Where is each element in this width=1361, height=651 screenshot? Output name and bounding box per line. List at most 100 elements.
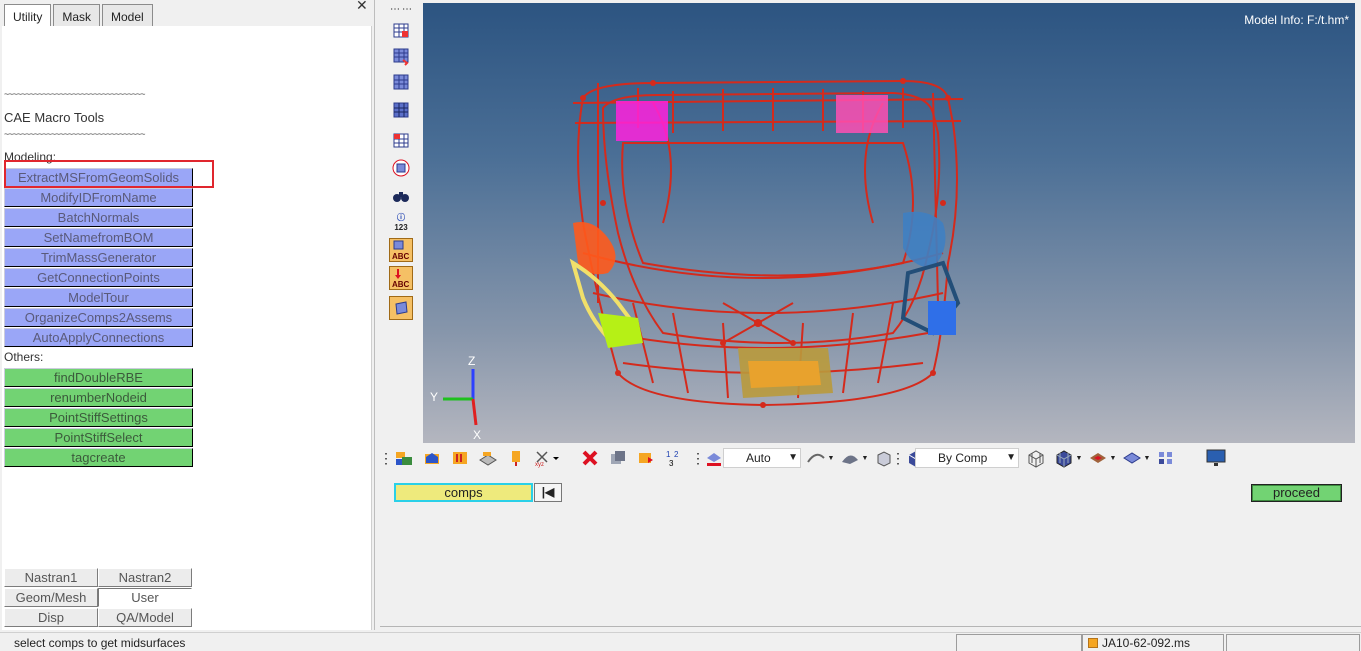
xyz-icon[interactable]: xyz [531, 447, 561, 469]
current-component-name: JA10-62-092.ms [1102, 636, 1191, 650]
svg-text:ABC: ABC [392, 252, 410, 261]
isolate-icon[interactable] [389, 156, 413, 180]
page-nastran1[interactable]: Nastran1 [4, 568, 98, 587]
unmask-icon[interactable] [389, 44, 413, 68]
page-disp[interactable]: Disp [4, 608, 98, 627]
find-icon[interactable] [635, 447, 657, 469]
close-icon[interactable]: ✕ [356, 0, 368, 14]
trim-mass-button[interactable]: TrimMassGenerator [4, 248, 193, 267]
hide-icon[interactable] [607, 447, 629, 469]
axis-y-label: Y [430, 390, 438, 404]
show-all-icon[interactable] [389, 98, 413, 122]
chevron-down-icon: ▼ [1006, 452, 1016, 463]
binoculars-icon[interactable] [389, 184, 413, 208]
surface-icon[interactable] [839, 447, 861, 469]
organize-comps-button[interactable]: OrganizeComps2Assems [4, 308, 193, 327]
toolbar-grip[interactable]: ⋯⋯ [390, 4, 414, 15]
loadcol-icon[interactable] [449, 447, 471, 469]
graphics-viewport[interactable]: Model Info: F:/t.hm* Z Y X [423, 3, 1355, 443]
hypermesh-window: Utility Mask Model ✕ ~~~~~~~~~~~~~~~~~~~… [0, 0, 1361, 651]
comps-selector[interactable]: comps [394, 483, 533, 502]
monitor-icon[interactable] [1205, 447, 1227, 469]
toolbar-grip[interactable]: ⋮ [891, 447, 905, 469]
reverse-mask-icon[interactable] [389, 70, 413, 94]
page-user[interactable]: User [98, 588, 192, 607]
display-mode-select[interactable]: Auto ▼ [723, 448, 801, 468]
page-geom-mesh[interactable]: Geom/Mesh [4, 588, 98, 607]
element-shrink-icon[interactable] [1087, 447, 1109, 469]
tab-mask[interactable]: Mask [53, 4, 101, 26]
abc-grid-icon[interactable]: ABC [389, 238, 413, 262]
svg-text:3: 3 [669, 459, 674, 468]
shaded-icon[interactable] [805, 447, 827, 469]
page-qa-model[interactable]: QA/Model [98, 608, 192, 627]
abc-arrow-icon[interactable]: ABC [389, 266, 413, 290]
panel-tabs: Utility Mask Model [4, 4, 155, 26]
display-toolbar: ⋮ xyz 123 ⋮ Auto ▼ ▼ ▼ ⋮ By Comp ▼ ▼ ▼ ▼ [379, 446, 1361, 472]
model-tour-button[interactable]: ModelTour [4, 288, 193, 307]
color-mode-value: By Comp [938, 451, 988, 465]
point-stiff-settings-button[interactable]: PointStiffSettings [4, 408, 193, 427]
chevron-down-icon[interactable]: ▼ [1143, 447, 1151, 469]
axis-z-label: Z [468, 354, 475, 368]
utility-panel: Utility Mask Model ✕ ~~~~~~~~~~~~~~~~~~~… [0, 0, 373, 630]
toolbar-grip[interactable]: ⋮ [379, 447, 393, 469]
chevron-down-icon[interactable]: ▼ [1109, 447, 1117, 469]
find-double-rbe-button[interactable]: findDoubleRBE [4, 368, 193, 387]
component-color-icon [1088, 638, 1098, 648]
tags-icon[interactable] [505, 447, 527, 469]
modify-id-button[interactable]: ModifyIDFromName [4, 188, 193, 207]
svg-text:1: 1 [666, 450, 671, 459]
svg-text:2: 2 [674, 450, 679, 459]
entity-state-icon[interactable] [1155, 447, 1177, 469]
model-render [569, 78, 964, 408]
separator-line: ~~~~~~~~~~~~~~~~~~~~~~~~~~~~~~~~~ [4, 129, 145, 139]
feature-lines-icon[interactable] [1121, 447, 1143, 469]
components-icon[interactable] [393, 447, 415, 469]
get-connection-points-button[interactable]: GetConnectionPoints [4, 268, 193, 287]
geometry-icon[interactable] [477, 447, 499, 469]
separator-line: ~~~~~~~~~~~~~~~~~~~~~~~~~~~~~~~~~ [4, 89, 145, 99]
model-browser-icon[interactable] [421, 447, 443, 469]
axis-triad: Z Y X [430, 354, 481, 442]
batch-normals-button[interactable]: BatchNormals [4, 208, 193, 227]
status-message: select comps to get midsurfaces [14, 636, 186, 650]
mask-icon[interactable] [389, 18, 413, 42]
tagcreate-button[interactable]: tagcreate [4, 448, 193, 467]
page-nastran2[interactable]: Nastran2 [98, 568, 192, 587]
status-bar: select comps to get midsurfaces JA10-62-… [0, 632, 1361, 651]
svg-text:ABC: ABC [392, 280, 410, 289]
chevron-down-icon[interactable]: ▼ [861, 447, 869, 469]
color-mode-select[interactable]: By Comp ▼ [915, 448, 1019, 468]
wireframe-icon[interactable] [1025, 447, 1047, 469]
auto-apply-connections-button[interactable]: AutoApplyConnections [4, 328, 193, 347]
svg-text:xyz: xyz [535, 462, 544, 468]
display-mode-value: Auto [746, 451, 771, 465]
visualization-icon[interactable] [703, 447, 725, 469]
panel-splitter[interactable] [374, 0, 380, 630]
numbers-icon[interactable]: ⓘ 123 [389, 210, 413, 234]
toolbar-grip[interactable]: ⋮ [691, 447, 705, 469]
chevron-down-icon[interactable]: ▼ [1075, 447, 1083, 469]
chevron-down-icon[interactable]: ▼ [827, 447, 835, 469]
status-field [1226, 634, 1360, 651]
mesh-shaded-icon[interactable] [1053, 447, 1075, 469]
renumber-icon[interactable]: 123 [663, 447, 685, 469]
axis-x-label: X [473, 428, 481, 442]
frame-icon[interactable] [389, 296, 413, 320]
selection-highlight [4, 160, 214, 188]
point-stiff-select-button[interactable]: PointStiffSelect [4, 428, 193, 447]
numbers-label: 123 [394, 223, 408, 232]
current-component[interactable]: JA10-62-092.ms [1088, 636, 1190, 650]
tab-utility[interactable]: Utility [4, 4, 52, 26]
delete-icon[interactable] [579, 447, 601, 469]
proceed-button[interactable]: proceed [1251, 484, 1342, 502]
chevron-down-icon: ▼ [788, 452, 798, 463]
set-name-bom-button[interactable]: SetNamefromBOM [4, 228, 193, 247]
panel-title: CAE Macro Tools [4, 110, 105, 125]
reset-selection-button[interactable]: |◀ [534, 483, 562, 502]
renumber-nodeid-button[interactable]: renumberNodeid [4, 388, 193, 407]
find-attached-icon[interactable] [389, 128, 413, 152]
tab-model[interactable]: Model [102, 4, 153, 26]
panel-area-divider [380, 626, 1361, 627]
